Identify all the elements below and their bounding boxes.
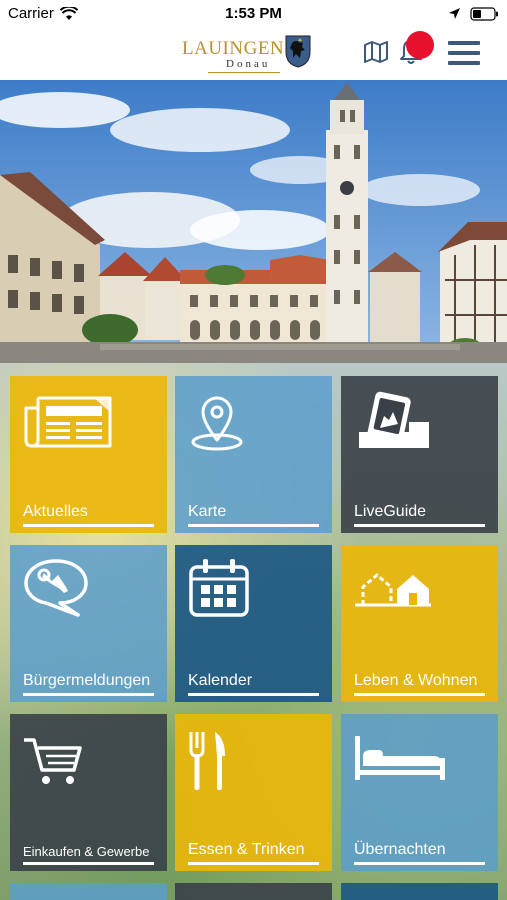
newspaper-icon bbox=[24, 396, 112, 448]
bed-icon bbox=[355, 736, 445, 780]
tile-underline bbox=[23, 524, 154, 527]
houses-icon bbox=[355, 573, 431, 607]
tile-buergermeldungen[interactable]: Bürgermeldungen bbox=[10, 545, 167, 702]
tile-label: Aktuelles bbox=[23, 503, 88, 520]
wrench-bubble-icon bbox=[24, 559, 88, 617]
tile-partial[interactable] bbox=[175, 883, 332, 900]
tile-kalender[interactable]: Kalender bbox=[175, 545, 332, 702]
map-pin-icon bbox=[191, 396, 243, 451]
menu-bar bbox=[448, 41, 480, 45]
tile-label: Einkaufen & Gewerbe bbox=[23, 844, 150, 859]
fork-knife-icon bbox=[189, 732, 225, 790]
hero-image-town-square bbox=[0, 80, 507, 363]
tile-liveguide[interactable]: LiveGuide bbox=[341, 376, 498, 533]
menu-bar bbox=[448, 51, 480, 55]
location-arrow-icon bbox=[449, 8, 460, 19]
logo-title: LAUINGEN bbox=[182, 38, 285, 59]
battery-icon bbox=[470, 7, 498, 21]
tile-label: Essen & Trinken bbox=[188, 841, 305, 858]
coat-of-arms-icon bbox=[285, 35, 311, 68]
tile-karte[interactable]: Karte bbox=[175, 376, 332, 533]
tile-leben-wohnen[interactable]: Leben & Wohnen bbox=[341, 545, 498, 702]
tile-underline bbox=[354, 693, 485, 696]
status-bar: Carrier 1:53 PM bbox=[0, 0, 507, 28]
tile-underline bbox=[23, 693, 154, 696]
town-square-photo bbox=[0, 80, 507, 363]
tile-label: Karte bbox=[188, 503, 227, 520]
cart-icon bbox=[24, 738, 82, 784]
menu-button[interactable] bbox=[448, 41, 480, 65]
map-icon bbox=[364, 41, 388, 63]
tile-aktuelles[interactable]: Aktuelles bbox=[10, 376, 167, 533]
tile-underline bbox=[188, 524, 319, 527]
tile-einkaufen-gewerbe[interactable]: Einkaufen & Gewerbe bbox=[10, 714, 167, 871]
tile-partial[interactable] bbox=[10, 883, 167, 900]
tile-uebernachten[interactable]: Übernachten bbox=[341, 714, 498, 871]
tile-label: Bürgermeldungen bbox=[23, 672, 151, 689]
logo-subtitle: Donau bbox=[226, 58, 271, 70]
app-logo[interactable]: LAUINGEN Donau bbox=[180, 32, 314, 76]
tile-underline bbox=[354, 862, 485, 865]
tile-underline bbox=[188, 862, 319, 865]
clock: 1:53 PM bbox=[225, 5, 282, 22]
tile-label: Kalender bbox=[188, 672, 253, 689]
tile-underline bbox=[354, 524, 485, 527]
nav-bar: LAUINGEN Donau bbox=[0, 28, 507, 81]
tile-label: Leben & Wohnen bbox=[354, 672, 478, 689]
tile-label: LiveGuide bbox=[354, 503, 427, 520]
liveguide-icon bbox=[359, 391, 429, 448]
tile-underline bbox=[188, 693, 319, 696]
notification-badge bbox=[406, 31, 434, 59]
map-button[interactable] bbox=[363, 39, 389, 65]
tile-partial[interactable] bbox=[341, 883, 498, 900]
tile-label: Übernachten bbox=[354, 841, 446, 858]
menu-bar bbox=[448, 61, 480, 65]
calendar-icon bbox=[189, 559, 249, 617]
logo-divider bbox=[208, 72, 280, 73]
tile-essen-trinken[interactable]: Essen & Trinken bbox=[175, 714, 332, 871]
tile-underline bbox=[23, 862, 154, 865]
